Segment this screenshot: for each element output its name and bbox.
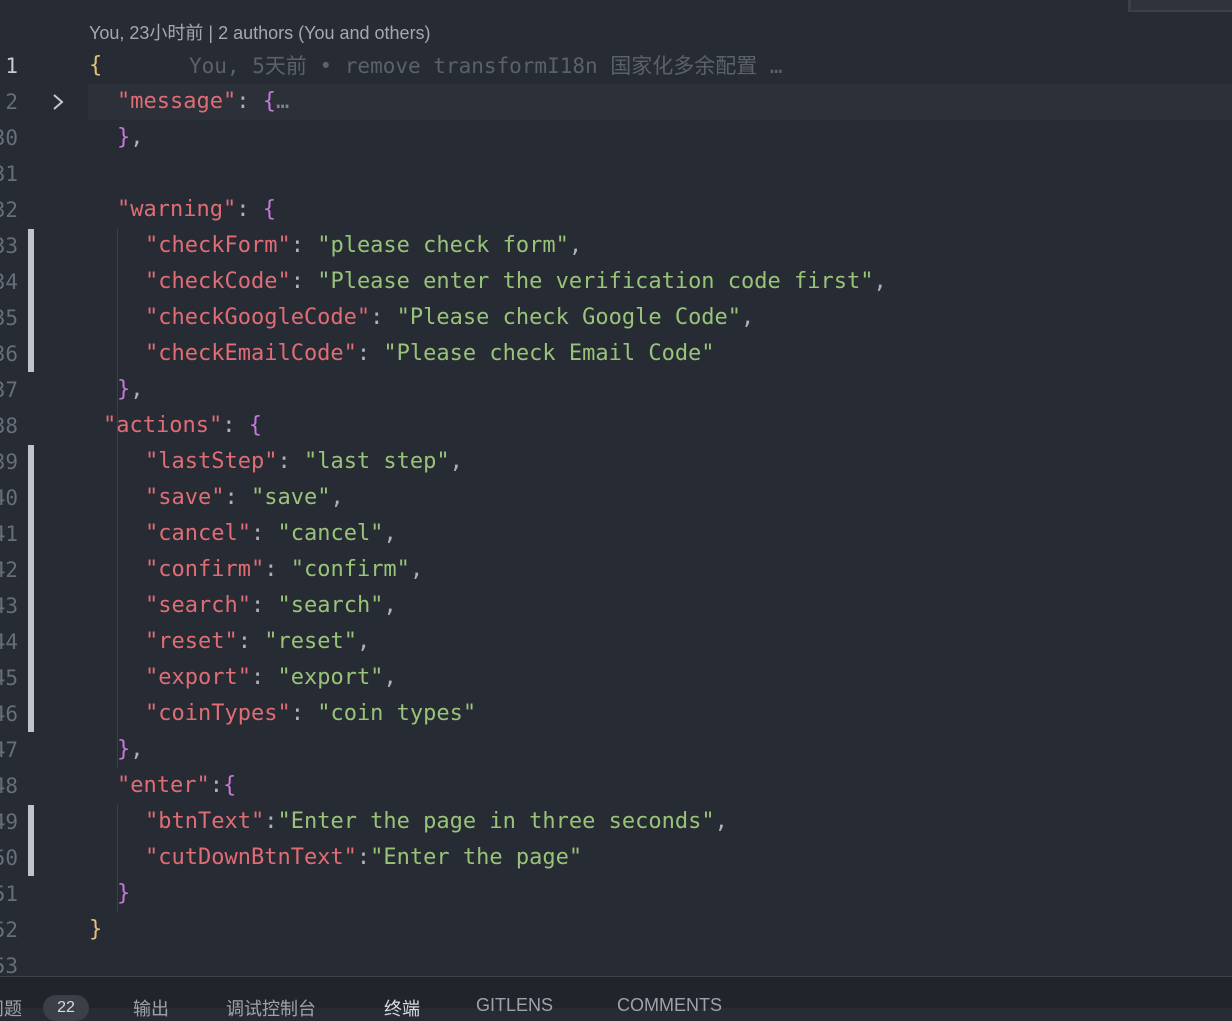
- line-number: 52: [0, 918, 18, 942]
- json-key: "save": [145, 485, 225, 510]
- code-line[interactable]: 45 "export": "export",: [0, 660, 1232, 696]
- json-key: "cutDownBtnText": [145, 845, 357, 870]
- json-value: "please check form": [317, 233, 569, 258]
- code-line[interactable]: 31: [0, 156, 1232, 192]
- code-line[interactable]: 35 "checkGoogleCode": "Please check Goog…: [0, 300, 1232, 336]
- line-number: 2: [5, 90, 18, 114]
- line-number: 33: [0, 234, 18, 258]
- line-number: 43: [0, 594, 18, 618]
- line-number: 50: [0, 846, 18, 870]
- code-line[interactable]: 52 }: [0, 912, 1232, 948]
- line-number: 49: [0, 810, 18, 834]
- code-line[interactable]: 42 "confirm": "confirm",: [0, 552, 1232, 588]
- tab-terminal[interactable]: 终端: [384, 995, 420, 1021]
- json-key: "checkEmailCode": [145, 341, 357, 366]
- bottom-panel-tabs: 问题 22 输出 调试控制台 终端 GITLENS COMMENTS: [0, 976, 1232, 1021]
- json-key: "reset": [145, 629, 238, 654]
- json-value: "confirm": [290, 557, 410, 582]
- code-line[interactable]: 44 "reset": "reset",: [0, 624, 1232, 660]
- json-key: "search": [145, 593, 251, 618]
- line-number: 37: [0, 378, 18, 402]
- json-value: "export": [277, 665, 384, 690]
- code-line[interactable]: 51 }: [0, 876, 1232, 912]
- tab-gitlens[interactable]: GITLENS: [476, 995, 553, 1016]
- json-value: "save": [250, 485, 331, 510]
- open-brace: {: [89, 53, 103, 78]
- code-line[interactable]: 43 "search": "search",: [0, 588, 1232, 624]
- json-value: "search": [277, 593, 384, 618]
- folded-ellipsis[interactable]: …: [276, 89, 289, 114]
- blame-codelens[interactable]: You, 23小时前 | 2 authors (You and others): [89, 19, 431, 45]
- tab-comments[interactable]: COMMENTS: [617, 995, 722, 1016]
- code-line[interactable]: 41 "cancel": "cancel",: [0, 516, 1232, 552]
- code-line[interactable]: 33 "checkForm": "please check form",: [0, 228, 1232, 264]
- line-number: 39: [0, 450, 18, 474]
- line-number: 30: [0, 126, 18, 150]
- json-key: "btnText": [145, 809, 265, 834]
- code-line[interactable]: 38 "actions": {: [0, 408, 1232, 444]
- json-value: "Please enter the verification code firs…: [317, 269, 874, 294]
- line-number: 31: [0, 162, 18, 186]
- tab-problems[interactable]: 问题: [0, 995, 22, 1021]
- line-number: 35: [0, 306, 18, 330]
- json-key: "enter": [117, 773, 210, 798]
- code-line[interactable]: 2 "message": {…: [0, 84, 1232, 120]
- code-line[interactable]: 40 "save": "save",: [0, 480, 1232, 516]
- code-line[interactable]: 49 "btnText":"Enter the page in three se…: [0, 804, 1232, 840]
- line-number: 38: [0, 414, 18, 438]
- code-editor[interactable]: 1 { You, 5天前 • remove transformI18n 国家化多…: [0, 48, 1232, 978]
- code-line[interactable]: 50 "cutDownBtnText":"Enter the page": [0, 840, 1232, 876]
- json-value: "Enter the page in three seconds": [277, 809, 715, 834]
- json-value: "last step": [303, 449, 450, 474]
- json-value: "Enter the page": [370, 845, 583, 870]
- code-line[interactable]: 37 },: [0, 372, 1232, 408]
- line-number: 51: [0, 882, 18, 906]
- json-key: "checkCode": [145, 269, 291, 294]
- code-line[interactable]: 48 "enter":{: [0, 768, 1232, 804]
- code-line[interactable]: 1 { You, 5天前 • remove transformI18n 国家化多…: [0, 48, 1232, 84]
- json-value: "Please check Email Code": [383, 341, 715, 366]
- json-value: "cancel": [277, 521, 384, 546]
- tab-debug-console[interactable]: 调试控制台: [226, 995, 316, 1021]
- line-number: 48: [0, 774, 18, 798]
- line-number: 36: [0, 342, 18, 366]
- minimap-fragment[interactable]: [1128, 0, 1232, 12]
- json-key: "export": [145, 665, 251, 690]
- json-key: "actions": [103, 413, 223, 438]
- json-key: "warning": [117, 197, 237, 222]
- json-key: "confirm": [145, 557, 265, 582]
- line-number: 1: [5, 54, 18, 78]
- json-key: "checkForm": [145, 233, 291, 258]
- json-value: "reset": [264, 629, 357, 654]
- code-line[interactable]: 30 },: [0, 120, 1232, 156]
- code-line[interactable]: 36 "checkEmailCode": "Please check Email…: [0, 336, 1232, 372]
- tab-output[interactable]: 输出: [133, 995, 169, 1021]
- line-number: 46: [0, 702, 18, 726]
- code-line[interactable]: 39 "lastStep": "last step",: [0, 444, 1232, 480]
- code-line[interactable]: 32 "warning": {: [0, 192, 1232, 228]
- line-number: 41: [0, 522, 18, 546]
- chevron-right-icon[interactable]: [48, 92, 68, 112]
- json-value: "coin types": [317, 701, 477, 726]
- line-number: 42: [0, 558, 18, 582]
- inline-blame[interactable]: You, 5天前 • remove transformI18n 国家化多余配置 …: [189, 48, 783, 84]
- line-number: 34: [0, 270, 18, 294]
- line-number: 44: [0, 630, 18, 654]
- json-value: "Please check Google Code": [396, 305, 742, 330]
- line-number: 47: [0, 738, 18, 762]
- json-key: "lastStep": [145, 449, 278, 474]
- json-key: "cancel": [145, 521, 251, 546]
- json-key: "checkGoogleCode": [145, 305, 371, 330]
- code-line[interactable]: 46 "coinTypes": "coin types": [0, 696, 1232, 732]
- code-line[interactable]: 34 "checkCode": "Please enter the verifi…: [0, 264, 1232, 300]
- problems-count-badge: 22: [43, 995, 89, 1021]
- line-number: 32: [0, 198, 18, 222]
- json-key: "message": [117, 89, 237, 114]
- json-key: "coinTypes": [145, 701, 291, 726]
- code-line[interactable]: 47 },: [0, 732, 1232, 768]
- line-number: 45: [0, 666, 18, 690]
- line-number: 40: [0, 486, 18, 510]
